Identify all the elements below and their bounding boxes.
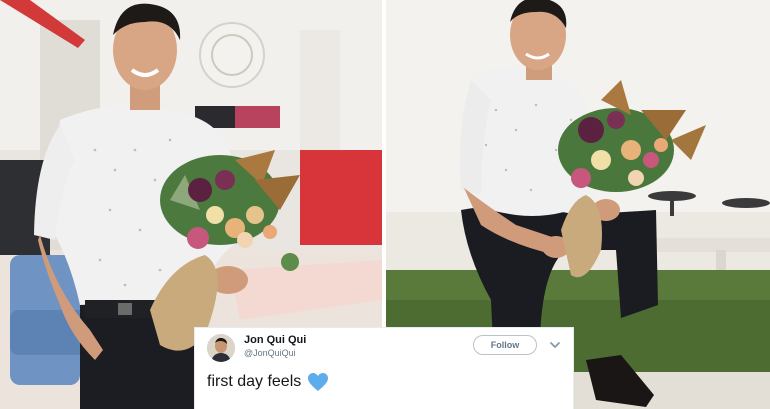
follow-button[interactable]: Follow	[473, 335, 537, 355]
user-handle[interactable]: @JonQuiQui	[244, 348, 296, 358]
avatar[interactable]	[207, 334, 235, 362]
chevron-down-icon[interactable]	[549, 340, 561, 350]
blue-heart-icon	[307, 372, 329, 392]
tweet-text: first day feels	[207, 372, 329, 392]
display-name[interactable]: Jon Qui Qui	[244, 334, 306, 346]
tweet-card: Jon Qui Qui @JonQuiQui Follow first day …	[194, 327, 574, 409]
tweet-text-content: first day feels	[207, 373, 302, 390]
